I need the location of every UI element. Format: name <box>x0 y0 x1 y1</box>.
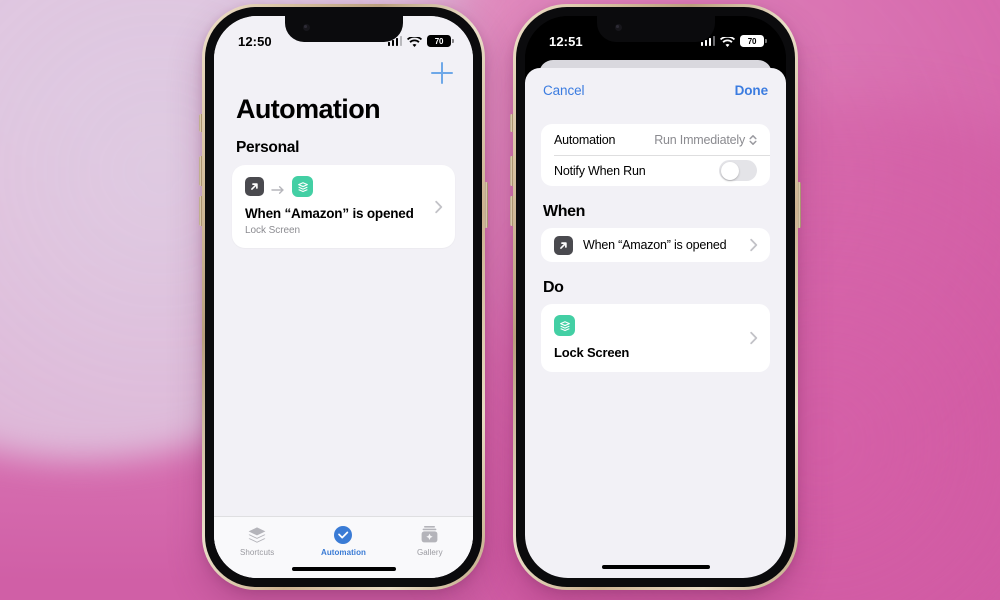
do-action-title: Lock Screen <box>554 345 630 360</box>
mute-switch[interactable] <box>199 114 202 132</box>
volume-down-button[interactable] <box>199 196 202 226</box>
row-value: Run Immediately <box>654 133 757 147</box>
phone-screen-right: 12:51 70 Cancel Done Automation Run Imme… <box>525 16 786 578</box>
shortcuts-app-automation-detail: 12:51 70 Cancel Done Automation Run Imme… <box>525 16 786 578</box>
app-open-icon <box>554 235 573 255</box>
home-indicator[interactable] <box>601 565 710 569</box>
status-time: 12:51 <box>549 33 583 49</box>
background-gradient <box>0 0 1000 600</box>
status-indicators: 70 <box>387 35 454 48</box>
row-notify-when-run[interactable]: Notify When Run <box>541 155 770 186</box>
phone-device-right: 12:51 70 Cancel Done Automation Run Imme… <box>510 4 801 590</box>
notch <box>284 16 403 42</box>
phone-device-left: 12:50 70 Automation Personal When “Amazo… <box>199 4 488 590</box>
page-title: Automation <box>236 94 381 124</box>
gallery-sparkle-icon <box>420 524 439 545</box>
battery-level: 70 <box>747 36 757 46</box>
tab-label: Shortcuts <box>240 548 275 557</box>
volume-up-button[interactable] <box>199 156 202 186</box>
section-header-do: Do <box>543 279 564 296</box>
tab-label: Automation <box>321 548 366 557</box>
automation-list-item[interactable]: When “Amazon” is opened Lock Screen <box>232 165 455 249</box>
lock-screen-icon <box>554 315 575 336</box>
do-action-card[interactable]: Lock Screen <box>541 304 770 372</box>
automation-check-icon <box>333 524 353 545</box>
status-indicators: 70 <box>700 35 767 48</box>
navigation-bar-left <box>214 56 473 90</box>
phone-bezel-left: 12:50 70 Automation Personal When “Amazo… <box>205 7 482 587</box>
wifi-icon <box>720 36 735 48</box>
when-trigger-label: When “Amazon” is opened <box>583 238 727 252</box>
power-button[interactable] <box>485 182 488 228</box>
status-time: 12:50 <box>238 33 272 49</box>
shortcuts-app-automation-list: 12:50 70 Automation Personal When “Amazo… <box>214 16 473 578</box>
sheet-navigation-bar: Cancel Done <box>525 68 786 112</box>
tab-shortcuts[interactable]: Shortcuts <box>214 524 300 557</box>
battery-icon: 70 <box>740 35 767 47</box>
notch <box>596 16 715 42</box>
arrow-right-icon <box>271 182 285 194</box>
row-label: Notify When Run <box>554 163 646 178</box>
lock-screen-icon <box>292 176 313 197</box>
volume-down-button[interactable] <box>510 196 513 226</box>
front-camera-icon <box>302 24 310 31</box>
battery-icon: 70 <box>427 35 454 47</box>
run-mode-value: Run Immediately <box>654 132 745 147</box>
battery-level: 70 <box>434 36 444 46</box>
chevron-right-icon <box>435 200 443 213</box>
front-camera-icon <box>614 24 622 31</box>
toggle-knob <box>720 161 739 180</box>
row-label: Automation <box>554 132 616 147</box>
up-down-chevrons-icon[interactable] <box>749 134 757 146</box>
home-indicator[interactable] <box>291 567 396 571</box>
row-automation-run-mode[interactable]: Automation Run Immediately <box>541 124 770 155</box>
automation-icons-row <box>245 176 442 197</box>
automation-title: When “Amazon” is opened <box>245 206 414 221</box>
power-button[interactable] <box>798 182 801 228</box>
automation-settings-group: Automation Run Immediately Notify When R… <box>541 124 770 186</box>
plus-icon[interactable] <box>431 62 453 84</box>
chevron-right-icon <box>750 238 758 252</box>
volume-up-button[interactable] <box>510 156 513 186</box>
automation-subtitle: Lock Screen <box>245 225 301 237</box>
section-header-personal: Personal <box>236 139 300 156</box>
phone-bezel-right: 12:51 70 Cancel Done Automation Run Imme… <box>516 7 795 587</box>
tab-automation[interactable]: Automation <box>300 524 386 557</box>
tab-label: Gallery <box>416 548 443 557</box>
tab-gallery[interactable]: Gallery <box>387 524 473 557</box>
mute-switch[interactable] <box>510 114 513 132</box>
chevron-right-icon <box>750 331 758 345</box>
phone-screen-left: 12:50 70 Automation Personal When “Amazo… <box>214 16 473 578</box>
section-header-when: When <box>543 203 585 220</box>
app-open-icon <box>245 177 264 196</box>
notify-when-run-toggle[interactable] <box>719 160 757 181</box>
done-button[interactable]: Done <box>735 83 768 98</box>
when-trigger-row[interactable]: When “Amazon” is opened <box>541 228 770 262</box>
automation-edit-sheet: Cancel Done Automation Run Immediately N… <box>525 68 786 578</box>
cancel-button[interactable]: Cancel <box>543 83 585 98</box>
shortcuts-layers-icon <box>247 524 267 545</box>
wifi-icon <box>407 36 422 48</box>
